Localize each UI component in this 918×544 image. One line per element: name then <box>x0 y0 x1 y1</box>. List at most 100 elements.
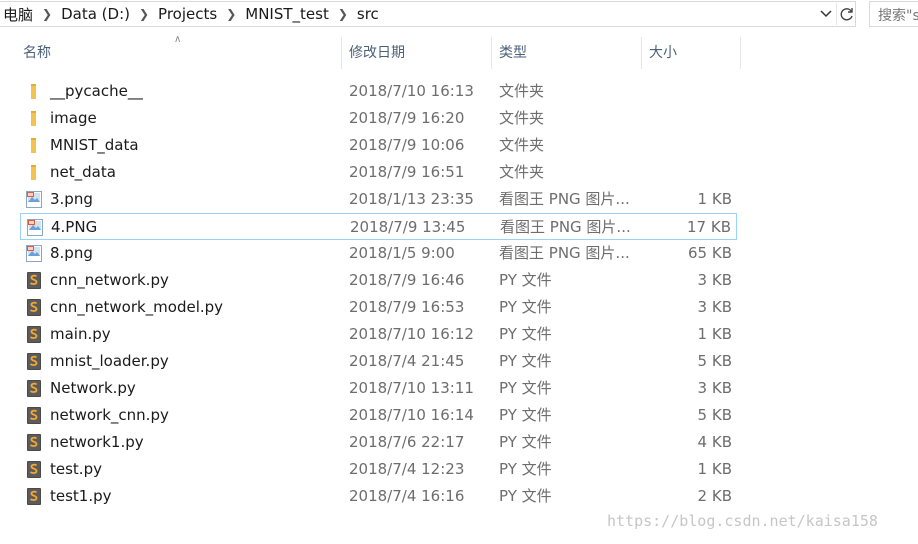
file-row[interactable]: image 2018/7/9 16:20 文件夹 <box>20 105 737 132</box>
file-date: 2018/7/9 16:51 <box>349 163 465 181</box>
file-type: PY 文件 <box>499 352 552 370</box>
file-row-selected[interactable]: 4.PNG 2018/7/9 13:45 看图王 PNG 图片... 17 KB <box>20 213 737 240</box>
file-name: __pycache__ <box>50 82 143 100</box>
file-size: 4 KB <box>697 433 732 451</box>
watermark: https://blog.csdn.net/kaisa158 <box>607 512 878 530</box>
file-size: 17 KB <box>687 218 731 236</box>
file-type: 文件夹 <box>499 109 545 127</box>
file-row[interactable]: main.py 2018/7/10 16:12 PY 文件 1 KB <box>20 321 737 348</box>
file-type: 文件夹 <box>499 82 545 100</box>
chevron-right-icon[interactable]: ❯ <box>220 7 242 21</box>
file-date: 2018/7/9 16:20 <box>349 109 465 127</box>
breadcrumb-drive[interactable]: Data (D:) <box>58 5 133 23</box>
file-date: 2018/7/10 16:14 <box>349 406 474 424</box>
file-size: 5 KB <box>697 352 732 370</box>
file-row[interactable]: 8.png 2018/1/5 9:00 看图王 PNG 图片... 65 KB <box>20 240 737 267</box>
file-row[interactable]: Network.py 2018/7/10 13:11 PY 文件 3 KB <box>20 375 737 402</box>
file-type: PY 文件 <box>499 433 552 451</box>
file-date: 2018/7/4 16:16 <box>349 487 465 505</box>
file-row[interactable]: 3.png 2018/1/13 23:35 看图王 PNG 图片... 1 KB <box>20 186 737 213</box>
file-type: PY 文件 <box>499 379 552 397</box>
file-date: 2018/7/10 16:13 <box>349 82 474 100</box>
chevron-down-icon <box>820 10 832 18</box>
file-date: 2018/7/4 12:23 <box>349 460 465 478</box>
search-input[interactable]: 搜索"s <box>869 1 918 27</box>
column-size[interactable]: 大小 <box>649 37 677 69</box>
address-bar: 电脑 ❯ Data (D:) ❯ Projects ❯ MNIST_test ❯… <box>0 0 918 29</box>
file-date: 2018/7/9 16:53 <box>349 298 465 316</box>
file-type: PY 文件 <box>499 271 552 289</box>
chevron-right-icon[interactable]: ❯ <box>332 7 354 21</box>
column-divider[interactable] <box>491 37 492 69</box>
python-file-icon <box>25 460 43 479</box>
file-name: image <box>50 109 97 127</box>
file-date: 2018/7/6 22:17 <box>349 433 465 451</box>
file-row[interactable]: cnn_network.py 2018/7/9 16:46 PY 文件 3 KB <box>20 267 737 294</box>
refresh-icon <box>840 8 853 21</box>
python-file-icon <box>25 379 43 398</box>
file-date: 2018/7/9 16:46 <box>349 271 465 289</box>
breadcrumb-src[interactable]: src <box>354 5 382 23</box>
file-size: 1 KB <box>697 460 732 478</box>
file-name: 8.png <box>50 244 93 262</box>
file-date: 2018/7/9 13:45 <box>350 218 466 236</box>
column-divider[interactable] <box>740 37 741 69</box>
file-date: 2018/7/10 13:11 <box>349 379 474 397</box>
file-row[interactable]: __pycache__ 2018/7/10 16:13 文件夹 <box>20 78 737 105</box>
python-file-icon <box>25 298 43 317</box>
file-name: net_data <box>50 163 116 181</box>
file-name: main.py <box>50 325 111 343</box>
file-row[interactable]: cnn_network_model.py 2018/7/9 16:53 PY 文件 3… <box>20 294 737 321</box>
python-file-icon <box>25 325 43 344</box>
folder-icon <box>25 82 43 101</box>
file-name: cnn_network_model.py <box>50 298 224 316</box>
python-file-icon <box>25 433 43 452</box>
file-type: PY 文件 <box>499 406 552 424</box>
chevron-right-icon[interactable]: ❯ <box>133 7 155 21</box>
python-file-icon <box>25 271 43 290</box>
image-file-icon <box>25 190 43 209</box>
file-date: 2018/7/4 21:45 <box>349 352 465 370</box>
breadcrumb-projects[interactable]: Projects <box>155 5 220 23</box>
file-type: PY 文件 <box>499 460 552 478</box>
folder-icon <box>25 109 43 128</box>
file-name: MNIST_data <box>50 136 139 154</box>
address-history-dropdown[interactable] <box>816 3 836 25</box>
column-type[interactable]: 类型 <box>499 37 527 69</box>
file-name: network1.py <box>50 433 144 451</box>
column-divider[interactable] <box>641 37 642 69</box>
column-name[interactable]: 名称 <box>23 37 51 69</box>
file-size: 65 KB <box>688 244 732 262</box>
refresh-button[interactable] <box>836 3 857 25</box>
python-file-icon <box>25 406 43 425</box>
chevron-right-icon[interactable]: ❯ <box>36 7 58 21</box>
column-date[interactable]: 修改日期 <box>349 37 405 69</box>
breadcrumb-pc[interactable]: 电脑 <box>0 4 36 25</box>
file-row[interactable]: test.py 2018/7/4 12:23 PY 文件 1 KB <box>20 456 737 483</box>
file-row[interactable]: MNIST_data 2018/7/9 10:06 文件夹 <box>20 132 737 159</box>
file-row[interactable]: mnist_loader.py 2018/7/4 21:45 PY 文件 5 KB <box>20 348 737 375</box>
file-date: 2018/1/5 9:00 <box>349 244 455 262</box>
folder-icon <box>25 136 43 155</box>
file-row[interactable]: net_data 2018/7/9 16:51 文件夹 <box>20 159 737 186</box>
file-row[interactable]: network1.py 2018/7/6 22:17 PY 文件 4 KB <box>20 429 737 456</box>
file-date: 2018/7/9 10:06 <box>349 136 465 154</box>
file-type: 看图王 PNG 图片... <box>499 190 630 208</box>
python-file-icon <box>25 352 43 371</box>
file-row[interactable]: network_cnn.py 2018/7/10 16:14 PY 文件 5 KB <box>20 402 737 429</box>
file-type: 看图王 PNG 图片... <box>500 218 631 236</box>
column-divider[interactable] <box>341 37 342 69</box>
file-name: 4.PNG <box>51 218 98 236</box>
file-name: Network.py <box>50 379 136 397</box>
file-date: 2018/1/13 23:35 <box>349 190 474 208</box>
file-size: 3 KB <box>697 379 732 397</box>
file-name: cnn_network.py <box>50 271 169 289</box>
breadcrumb-mnist-test[interactable]: MNIST_test <box>242 5 332 23</box>
image-file-icon <box>26 218 44 237</box>
file-row[interactable]: test1.py 2018/7/4 16:16 PY 文件 2 KB <box>20 483 737 510</box>
file-name: test.py <box>50 460 102 478</box>
file-type: PY 文件 <box>499 487 552 505</box>
breadcrumb: 电脑 ❯ Data (D:) ❯ Projects ❯ MNIST_test ❯… <box>0 3 382 25</box>
file-size: 1 KB <box>697 325 732 343</box>
folder-icon <box>25 163 43 182</box>
